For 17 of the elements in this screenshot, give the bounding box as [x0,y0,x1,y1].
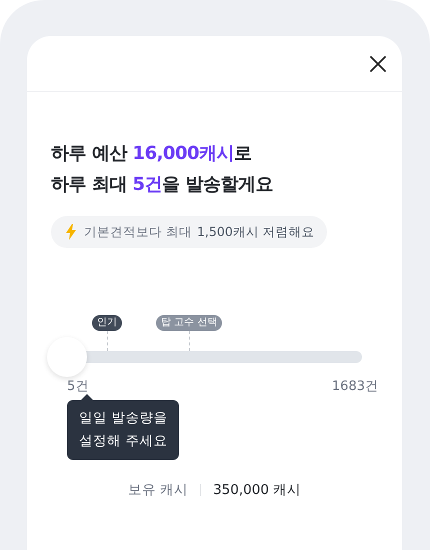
slider[interactable] [47,337,362,377]
close-icon [369,54,387,72]
savings-amount: 1,500캐시 저렴해요 [196,224,315,240]
headline-text: 하루 최대 5건을 발송할게요 [51,173,274,197]
min-label: 5건 [67,378,88,395]
balance-label: 보유 캐시 [128,481,188,499]
tooltip-text: 설정해 주세요 [79,432,168,451]
balance-value: 350,000 캐시 [213,481,302,499]
close-button[interactable] [369,54,387,72]
slider-thumb[interactable] [47,337,87,377]
savings-text: 기본견적보다 최대 [84,224,192,240]
lightning-icon [65,224,77,240]
marker-tag: 탑 고수 선택 [156,315,222,331]
max-label: 1683건 [332,378,378,395]
tooltip-text: 일일 발송량을 [79,409,168,428]
headline-text: 하루 예산 16,000캐시로 [51,142,253,166]
marker-tag: 인기 [92,315,122,331]
